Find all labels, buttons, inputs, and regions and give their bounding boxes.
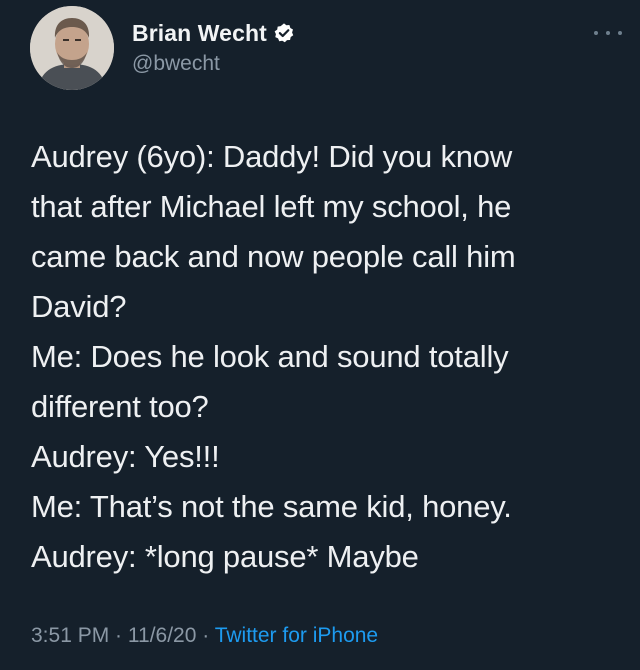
tweet-header: Brian Wecht @bwecht	[30, 6, 630, 96]
tweet-line: Audrey (6yo): Daddy! Did you know	[31, 139, 513, 174]
person-photo-icon	[30, 6, 114, 90]
tweet-line: different too?	[31, 389, 209, 424]
tweet-line: came back and now people call him	[31, 239, 516, 274]
author-handle[interactable]: @bwecht	[132, 52, 295, 76]
tweet-line: Me: That’s not the same kid, honey.	[31, 489, 512, 524]
dot-icon	[594, 31, 598, 35]
avatar[interactable]	[30, 6, 114, 90]
tweet-date[interactable]: 11/6/20	[128, 624, 197, 647]
tweet-source-link[interactable]: Twitter for iPhone	[215, 624, 378, 647]
meta-separator: ·	[109, 624, 128, 647]
tweet-time[interactable]: 3:51 PM	[31, 624, 109, 647]
tweet-line: David?	[31, 289, 127, 324]
meta-separator: ·	[196, 624, 215, 647]
tweet-line: that after Michael left my school, he	[31, 189, 512, 224]
dot-icon	[606, 31, 610, 35]
display-name-row: Brian Wecht	[132, 18, 295, 48]
display-name[interactable]: Brian Wecht	[132, 20, 267, 47]
tweet-meta: 3:51 PM · 11/6/20 · Twitter for iPhone	[31, 624, 378, 648]
author-names: Brian Wecht @bwecht	[132, 18, 295, 76]
tweet-line: Audrey: *long pause* Maybe	[31, 539, 419, 574]
tweet-card: Brian Wecht @bwecht Audrey (6yo): Daddy!…	[0, 0, 640, 670]
tweet-line: Audrey: Yes!!!	[31, 439, 220, 474]
verified-badge-icon	[274, 23, 294, 43]
tweet-text: Audrey (6yo): Daddy! Did you know that a…	[31, 132, 621, 582]
dot-icon	[618, 31, 622, 35]
more-options-icon[interactable]	[594, 28, 622, 38]
tweet-line: Me: Does he look and sound totally	[31, 339, 509, 374]
